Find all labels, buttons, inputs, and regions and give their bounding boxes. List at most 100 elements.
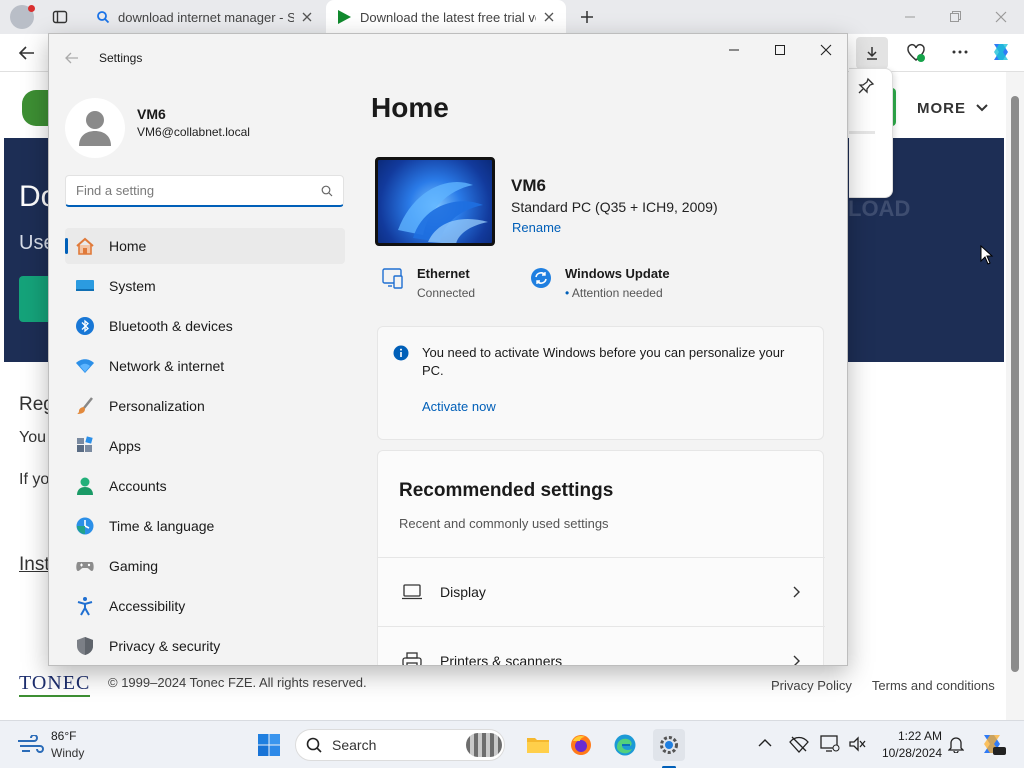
tab-label: Download the latest free trial vers: [360, 9, 536, 25]
file-explorer-icon[interactable]: [522, 729, 554, 761]
nav-item-personalization[interactable]: Personalization: [65, 388, 345, 424]
close-tab-icon[interactable]: [544, 12, 554, 22]
close-tab-icon[interactable]: [302, 12, 312, 22]
nav-item-bluetooth[interactable]: Bluetooth & devices: [65, 308, 345, 344]
windows-update-status[interactable]: Windows Update • Attention needed: [529, 266, 670, 300]
minimize-icon[interactable]: [903, 10, 917, 24]
tab-actions-icon[interactable]: [52, 9, 68, 25]
time-language-icon: [75, 516, 95, 536]
pin-icon[interactable]: [857, 77, 875, 95]
accessibility-icon: [75, 596, 95, 616]
privacy-policy-link[interactable]: Privacy Policy: [771, 678, 852, 693]
more-menu-button[interactable]: MORE: [897, 88, 1007, 128]
weather-temperature[interactable]: 86°F: [51, 729, 76, 743]
nav-label: Home: [109, 238, 147, 254]
chevron-up-icon[interactable]: [758, 738, 772, 748]
new-tab-icon[interactable]: [579, 9, 595, 25]
tab-download-trial[interactable]: Download the latest free trial vers: [326, 0, 566, 34]
install-heading[interactable]: Inst: [19, 554, 50, 576]
search-icon: [306, 737, 322, 753]
scrollbar-thumb[interactable]: [1011, 96, 1019, 672]
start-windows-icon[interactable]: [253, 729, 285, 761]
ethernet-status-text: Connected: [417, 286, 476, 300]
display-tray-icon[interactable]: [820, 735, 840, 753]
terms-link[interactable]: Terms and conditions: [872, 678, 995, 693]
brush-icon: [75, 396, 95, 416]
device-name: VM6: [511, 176, 546, 195]
settings-search-input[interactable]: [76, 183, 296, 198]
network-offline-icon[interactable]: [789, 735, 809, 753]
nav-item-home[interactable]: Home: [65, 228, 345, 264]
nav-item-network[interactable]: Network & internet: [65, 348, 345, 384]
network-icon: [75, 356, 95, 376]
nav-item-gaming[interactable]: Gaming: [65, 548, 345, 584]
activate-now-link[interactable]: Activate now: [422, 399, 496, 414]
recommended-item-printers[interactable]: Printers & scanners: [378, 626, 825, 666]
nav-item-privacy-security[interactable]: Privacy & security: [65, 628, 345, 664]
system-icon: [75, 276, 95, 296]
copilot-icon[interactable]: [989, 40, 1013, 64]
notification-bell-icon[interactable]: [948, 735, 964, 753]
more-options-icon[interactable]: [951, 43, 969, 61]
page-scrollbar[interactable]: [1006, 72, 1024, 720]
printer-icon: [402, 651, 422, 665]
tab-search[interactable]: download internet manager - Sea: [86, 0, 326, 34]
weather-description[interactable]: Windy: [51, 746, 84, 760]
back-arrow-icon[interactable]: [65, 51, 79, 65]
copilot-pre-icon[interactable]: [980, 731, 1006, 757]
ethernet-icon: [381, 266, 405, 300]
nav-label: Time & language: [109, 518, 215, 534]
nav-item-apps[interactable]: Apps: [65, 428, 345, 464]
search-highlight-icon: [466, 733, 502, 757]
volume-muted-icon[interactable]: [848, 735, 866, 753]
rename-link[interactable]: Rename: [512, 220, 561, 235]
nav-item-time-language[interactable]: Time & language: [65, 508, 345, 544]
recommended-title: Recommended settings: [399, 480, 614, 501]
browser-essentials-icon[interactable]: [906, 43, 926, 63]
chevron-right-icon: [793, 655, 801, 665]
play-icon: [336, 9, 352, 25]
close-button[interactable]: [803, 34, 847, 66]
activation-card: You need to activate Windows before you …: [377, 326, 824, 440]
close-icon[interactable]: [994, 10, 1008, 24]
nav-label: Network & internet: [109, 358, 225, 374]
settings-gear-icon[interactable]: [653, 729, 685, 761]
restore-icon[interactable]: [948, 10, 962, 24]
activation-message: You need to activate Windows before you …: [422, 345, 785, 378]
firefox-icon[interactable]: [565, 729, 597, 761]
taskbar-search-label: Search: [332, 737, 377, 753]
ethernet-label: Ethernet: [417, 266, 470, 281]
settings-search-box[interactable]: [65, 175, 344, 207]
taskbar-search[interactable]: Search: [295, 729, 505, 761]
settings-nav: Home System Bluetooth & devices Network …: [65, 228, 345, 665]
back-arrow-icon[interactable]: [18, 44, 36, 62]
home-icon: [75, 236, 95, 256]
ethernet-status[interactable]: Ethernet Connected: [381, 266, 475, 300]
windows-update-label: Windows Update: [565, 266, 670, 281]
settings-title-bar: Settings: [49, 34, 847, 82]
mouse-cursor-icon: [980, 245, 994, 265]
tonec-logo: TONEC: [19, 672, 91, 697]
more-label: MORE: [917, 99, 966, 117]
recommended-item-label: Printers & scanners: [440, 652, 563, 666]
nav-item-accounts[interactable]: Accounts: [65, 468, 345, 504]
chevron-down-icon: [976, 104, 988, 112]
minimize-button[interactable]: [711, 34, 757, 66]
recommended-item-display[interactable]: Display: [378, 557, 825, 625]
device-model: Standard PC (Q35 + ICH9, 2009): [511, 199, 718, 215]
edge-icon[interactable]: [609, 729, 641, 761]
device-wallpaper-thumbnail: [375, 157, 495, 246]
nav-item-accessibility[interactable]: Accessibility: [65, 588, 345, 624]
footer-copyright: © 1999–2024 Tonec FZE. All rights reserv…: [108, 675, 367, 690]
flyout-divider: [849, 131, 875, 134]
weather-windy-icon[interactable]: [16, 735, 44, 755]
downloads-icon[interactable]: [856, 37, 888, 69]
page-title: Home: [371, 92, 449, 123]
update-status: Attention needed: [571, 286, 663, 300]
system-clock[interactable]: 1:22 AM 10/28/2024: [870, 729, 942, 760]
nav-label: Gaming: [109, 558, 159, 574]
nav-item-system[interactable]: System: [65, 268, 345, 304]
user-avatar[interactable]: [65, 98, 125, 158]
bluetooth-icon: [75, 316, 95, 336]
maximize-button[interactable]: [757, 34, 803, 66]
